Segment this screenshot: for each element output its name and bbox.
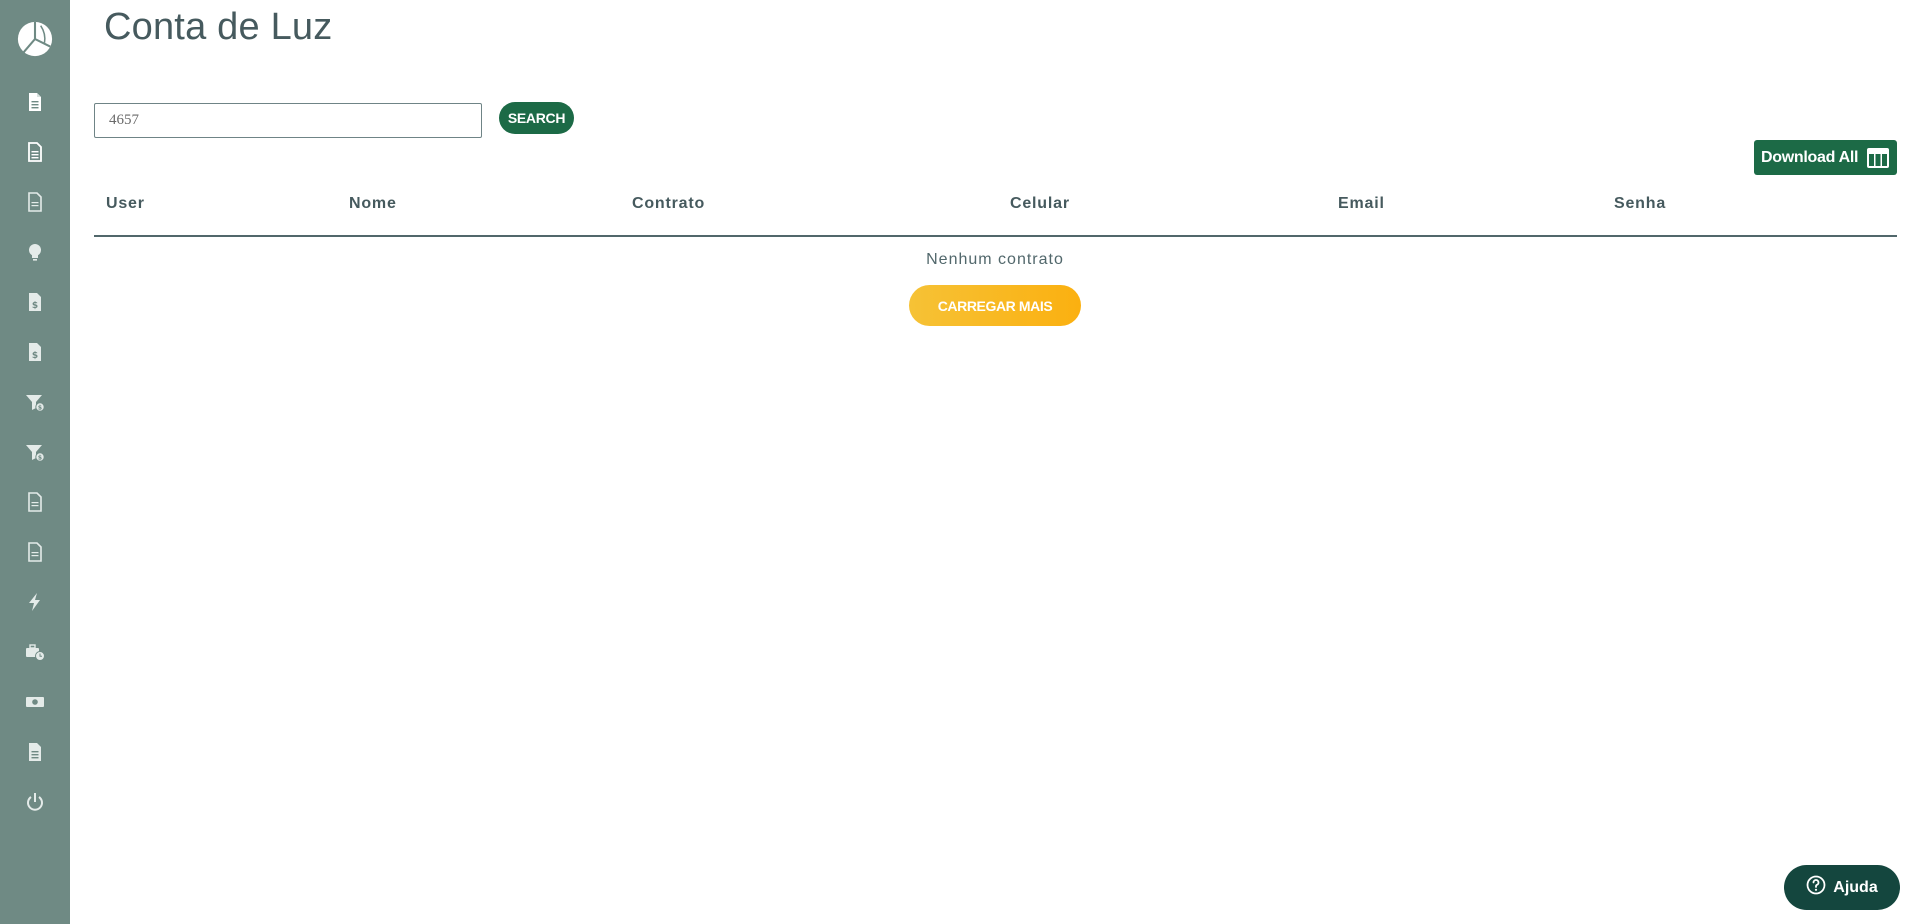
file-outline-icon (25, 541, 45, 567)
power-icon (25, 792, 45, 817)
sidebar-item-9[interactable] (15, 486, 55, 522)
sidebar-item-12[interactable] (15, 636, 55, 672)
file-lines-icon (25, 141, 45, 167)
svg-text:$: $ (38, 404, 42, 411)
file-lines-icon (25, 742, 45, 767)
question-circle-icon (1806, 875, 1826, 900)
sidebar: $ $ $ $ (0, 0, 70, 924)
sidebar-item-13[interactable] (15, 686, 55, 722)
sidebar-item-2[interactable] (15, 136, 55, 172)
download-all-label: Download All (1761, 148, 1859, 166)
logo-icon[interactable] (16, 20, 54, 58)
column-header-nome: Nome (349, 195, 397, 212)
load-more-button[interactable]: CARREGAR MAIS (909, 285, 1081, 326)
sidebar-item-5[interactable]: $ (15, 286, 55, 322)
filter-dollar-icon: $ (25, 442, 45, 467)
sidebar-item-8[interactable]: $ (15, 436, 55, 472)
sidebar-item-3[interactable] (15, 186, 55, 222)
sidebar-item-logout[interactable] (15, 786, 55, 822)
briefcase-clock-icon (25, 642, 45, 667)
svg-text:$: $ (38, 454, 42, 461)
bolt-icon (25, 592, 45, 617)
column-header-email: Email (1338, 195, 1385, 212)
sidebar-item-10[interactable] (15, 536, 55, 572)
sidebar-item-11[interactable] (15, 586, 55, 622)
filter-dollar-icon: $ (25, 392, 45, 417)
sidebar-item-6[interactable]: $ (15, 336, 55, 372)
sidebar-item-14[interactable] (15, 736, 55, 772)
help-button[interactable]: Ajuda (1784, 865, 1900, 910)
table-header-divider (94, 235, 1897, 237)
svg-text:$: $ (32, 351, 38, 361)
sidebar-item-1[interactable] (15, 86, 55, 122)
search-input[interactable] (94, 103, 482, 138)
page-title: Conta de Luz (104, 6, 333, 48)
help-label: Ajuda (1833, 878, 1878, 896)
column-header-senha: Senha (1614, 195, 1667, 212)
money-bill-icon (25, 692, 45, 717)
column-header-celular: Celular (1010, 195, 1070, 212)
file-dollar-icon: $ (25, 342, 45, 367)
empty-state-message: Nenhum contrato (926, 251, 1064, 268)
column-header-user: User (106, 195, 145, 212)
file-dollar-icon: $ (25, 292, 45, 317)
file-lines-icon (25, 92, 45, 117)
download-all-button[interactable]: Download All (1754, 140, 1897, 175)
search-button[interactable]: SEARCH (499, 102, 574, 134)
column-header-contrato: Contrato (632, 195, 706, 212)
file-outline-icon (25, 491, 45, 517)
table-icon (1866, 146, 1890, 170)
file-outline-icon (25, 191, 45, 217)
svg-text:$: $ (32, 301, 38, 311)
sidebar-item-7[interactable]: $ (15, 386, 55, 422)
